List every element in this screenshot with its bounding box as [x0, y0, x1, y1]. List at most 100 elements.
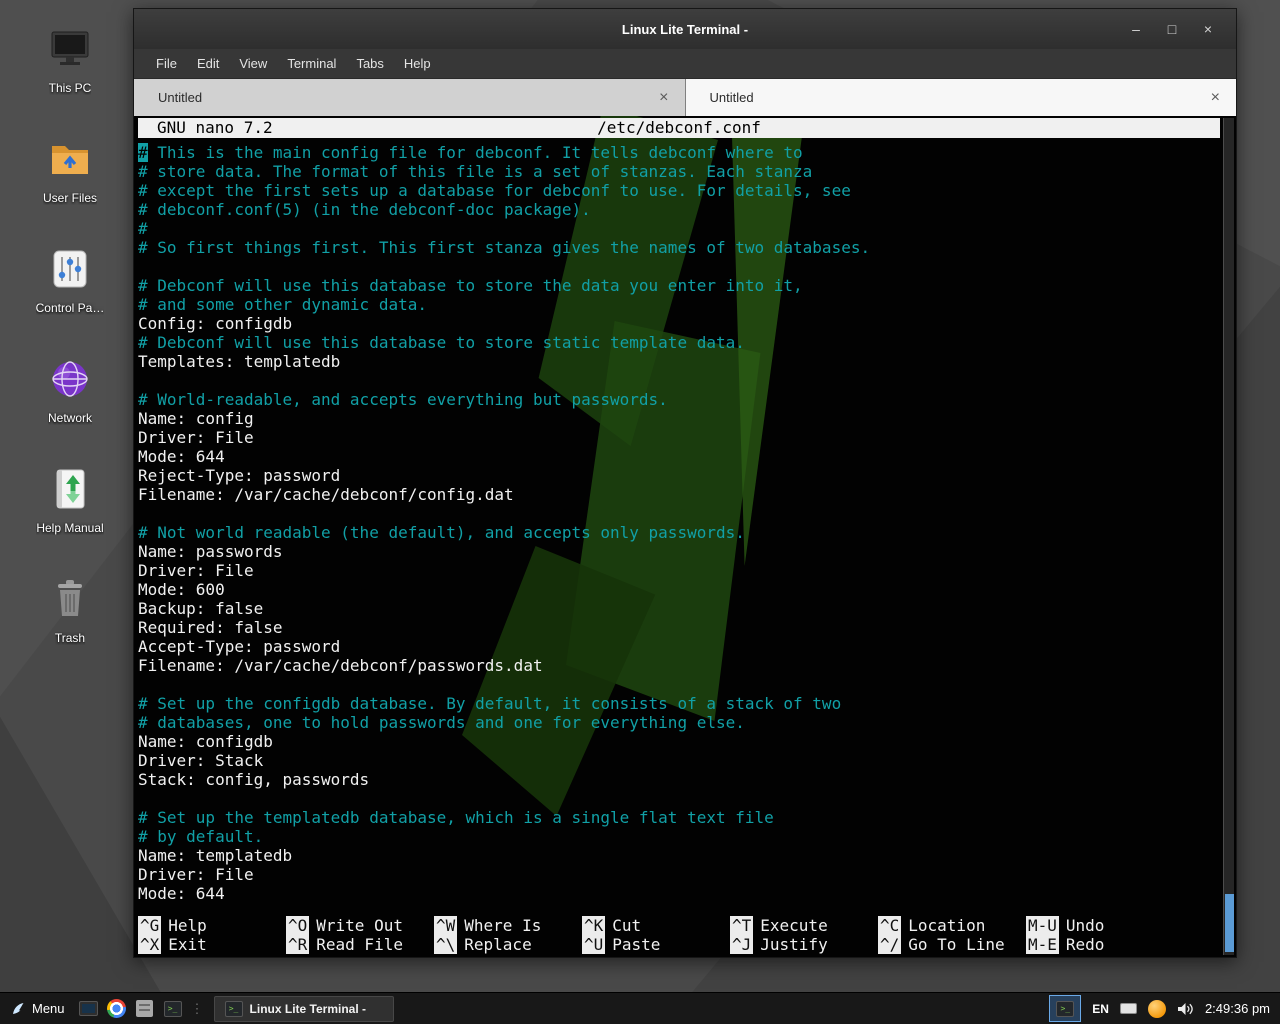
menu-tabs[interactable]: Tabs: [346, 56, 393, 71]
nano-line: # Set up the configdb database. By defau…: [138, 694, 1220, 713]
nano-editor: GNU nano 7.2 /etc/debconf.conf # This is…: [134, 116, 1236, 957]
desktop-icon-network[interactable]: Network: [22, 358, 118, 425]
shortcut-label: Redo: [1066, 935, 1105, 954]
updates-tray-icon[interactable]: [1148, 1000, 1166, 1018]
taskbar-window-button[interactable]: >_ Linux Lite Terminal -: [214, 996, 394, 1022]
desktop-icon-control-panel[interactable]: Control Pa…: [22, 248, 118, 315]
nano-line: # and some other dynamic data.: [138, 295, 1220, 314]
menu-edit[interactable]: Edit: [187, 56, 229, 71]
text-cursor: #: [138, 143, 148, 162]
menu-terminal[interactable]: Terminal: [277, 56, 346, 71]
close-button[interactable]: ×: [1190, 9, 1226, 49]
tab-close-icon[interactable]: ×: [659, 90, 684, 106]
nano-shortcut: M-ERedo: [1026, 935, 1174, 954]
minimize-button[interactable]: –: [1118, 9, 1154, 49]
nano-line: Mode: 644: [138, 884, 1220, 903]
nano-line: Templates: templatedb: [138, 352, 1220, 371]
nano-line: # by default.: [138, 827, 1220, 846]
display-launcher[interactable]: [75, 995, 103, 1023]
desktop-icon-this-pc[interactable]: This PC: [22, 28, 118, 95]
nano-line: Mode: 600: [138, 580, 1220, 599]
terminal-icon: >_: [1056, 1001, 1074, 1017]
nano-shortcut: ^UPaste: [582, 935, 730, 954]
tab-label: Untitled: [134, 90, 202, 105]
nano-shortcut: ^/Go To Line: [878, 935, 1026, 954]
terminal-scrollbar[interactable]: [1223, 118, 1234, 955]
scrollbar-thumb[interactable]: [1225, 894, 1234, 952]
nano-line: [138, 675, 1220, 694]
nano-shortcut: ^\ Replace: [434, 935, 582, 954]
nano-header: GNU nano 7.2 /etc/debconf.conf: [138, 118, 1220, 138]
nano-line: # debconf.conf(5) (in the debconf-doc pa…: [138, 200, 1220, 219]
nano-line: Driver: File: [138, 865, 1220, 884]
nano-line: # Set up the templatedb database, which …: [138, 808, 1220, 827]
tab-untitled-2[interactable]: Untitled ×: [686, 79, 1237, 116]
tab-close-icon[interactable]: ×: [1211, 90, 1236, 106]
nano-line: Accept-Type: password: [138, 637, 1220, 656]
nano-shortcut: ^OWrite Out: [286, 916, 434, 935]
nano-line: Config: configdb: [138, 314, 1220, 333]
tab-bar: Untitled × Untitled ×: [134, 79, 1236, 116]
nano-line: Stack: config, passwords: [138, 770, 1220, 789]
nano-line: Filename: /var/cache/debconf/config.dat: [138, 485, 1220, 504]
nano-shortcuts-bottom: ^XExit^RRead File^\Replace^UPaste^JJusti…: [138, 935, 1220, 954]
window-titlebar[interactable]: Linux Lite Terminal - – □ ×: [134, 9, 1236, 49]
desktop-icon-help-manual[interactable]: Help Manual: [22, 468, 118, 535]
nano-line: # Debconf will use this database to stor…: [138, 333, 1220, 352]
terminal-screen[interactable]: GNU nano 7.2 /etc/debconf.conf # This is…: [134, 116, 1236, 957]
shortcut-label: Exit: [168, 935, 207, 954]
nano-lines: # This is the main config file for debco…: [138, 143, 1220, 916]
taskbar-separator: ⋮: [187, 1001, 208, 1017]
nano-line: #: [138, 219, 1220, 238]
menu-view[interactable]: View: [229, 56, 277, 71]
desktop-icon-user-files[interactable]: User Files: [22, 138, 118, 205]
nano-shortcut: ^XExit: [138, 935, 286, 954]
menu-logo-icon: [10, 1001, 26, 1017]
nano-line: [138, 789, 1220, 808]
nano-shortcut: ^RRead File: [286, 935, 434, 954]
browser-launcher[interactable]: [103, 995, 131, 1023]
nano-line: # This is the main config file for debco…: [138, 143, 1220, 162]
shortcut-key: ^T: [730, 916, 753, 935]
tab-untitled-1[interactable]: Untitled ×: [134, 79, 686, 116]
shortcut-key: ^\: [434, 935, 457, 954]
menu-button-label: Menu: [32, 1001, 65, 1016]
desktop-icon-label: Network: [48, 412, 92, 425]
taskbar-window-label: Linux Lite Terminal -: [250, 1002, 366, 1016]
taskbar-clock[interactable]: 2:49:36 pm: [1205, 1001, 1270, 1016]
shortcut-label: Read File: [316, 935, 403, 954]
menu-file[interactable]: File: [146, 56, 187, 71]
desktop-icon-label: Trash: [55, 632, 85, 645]
nano-version: GNU nano 7.2: [138, 118, 597, 138]
keyboard-layout-indicator[interactable]: EN: [1092, 1002, 1109, 1016]
nano-line: # databases, one to hold passwords and o…: [138, 713, 1220, 732]
folder-icon: [48, 138, 92, 185]
terminal-tray-icon[interactable]: >_: [1049, 995, 1081, 1022]
menu-help[interactable]: Help: [394, 56, 441, 71]
shortcut-label: Replace: [464, 935, 531, 954]
window-title: Linux Lite Terminal -: [134, 22, 1236, 37]
nano-shortcut: ^CLocation: [878, 916, 1026, 935]
maximize-button[interactable]: □: [1154, 9, 1190, 49]
nano-line: Name: templatedb: [138, 846, 1220, 865]
nano-shortcut: ^WWhere Is: [434, 916, 582, 935]
sliders-icon: [48, 248, 92, 295]
monitor-icon: [79, 1001, 98, 1016]
volume-icon[interactable]: [1177, 1002, 1194, 1016]
nano-line: [138, 504, 1220, 523]
keyboard-tray-icon[interactable]: [1120, 1003, 1137, 1014]
menubar: File Edit View Terminal Tabs Help: [134, 49, 1236, 79]
shortcut-label: Cut: [612, 916, 641, 935]
shortcut-label: Go To Line: [908, 935, 1004, 954]
nano-line: Filename: /var/cache/debconf/passwords.d…: [138, 656, 1220, 675]
nano-line: Driver: File: [138, 561, 1220, 580]
desktop-icon-trash[interactable]: Trash: [22, 578, 118, 645]
start-menu-button[interactable]: Menu: [0, 993, 75, 1024]
nano-shortcut: M-UUndo: [1026, 916, 1174, 935]
terminal-launcher[interactable]: >_: [159, 995, 187, 1023]
file-manager-launcher[interactable]: [131, 995, 159, 1023]
desktop-icon-label: User Files: [43, 192, 97, 205]
nano-shortcuts-top: ^GHelp^OWrite Out^WWhere Is^KCut^TExecut…: [138, 916, 1220, 935]
shortcut-label: Execute: [760, 916, 827, 935]
chrome-icon: [107, 999, 126, 1018]
